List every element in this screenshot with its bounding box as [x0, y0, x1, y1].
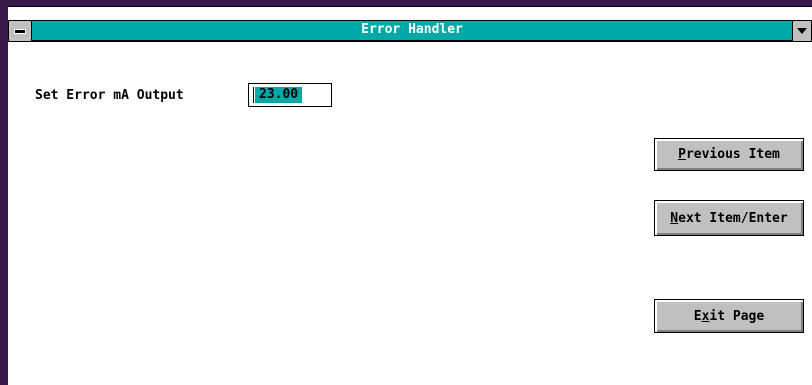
exit-page-pre: E	[693, 308, 702, 324]
exit-page-label: it Page	[709, 308, 765, 324]
error-handler-window: Error Handler Set Error mA Output 23.00 …	[0, 0, 812, 385]
error-output-value[interactable]: 23.00	[255, 87, 303, 103]
chevron-down-icon[interactable]	[792, 20, 812, 42]
system-menu-icon[interactable]	[8, 20, 32, 42]
previous-item-button[interactable]: Previous Item	[654, 138, 804, 171]
title-strip	[8, 7, 812, 20]
exit-page-accel: x	[701, 308, 710, 324]
exit-page-button[interactable]: Ex it Page	[654, 299, 804, 333]
next-item-label: ext Item/Enter	[678, 210, 788, 226]
error-output-label: Set Error mA Output	[35, 88, 184, 103]
previous-item-accel: P	[678, 147, 686, 162]
next-item-enter-button[interactable]: Next Item/Enter	[654, 200, 804, 236]
text-cursor	[253, 87, 254, 103]
window-top-border	[0, 0, 812, 7]
window-title: Error Handler	[361, 22, 463, 37]
next-item-accel: N	[670, 210, 679, 226]
error-output-input[interactable]: 23.00	[248, 83, 332, 107]
window-left-border	[0, 0, 8, 385]
previous-item-label: revious Item	[685, 147, 780, 162]
